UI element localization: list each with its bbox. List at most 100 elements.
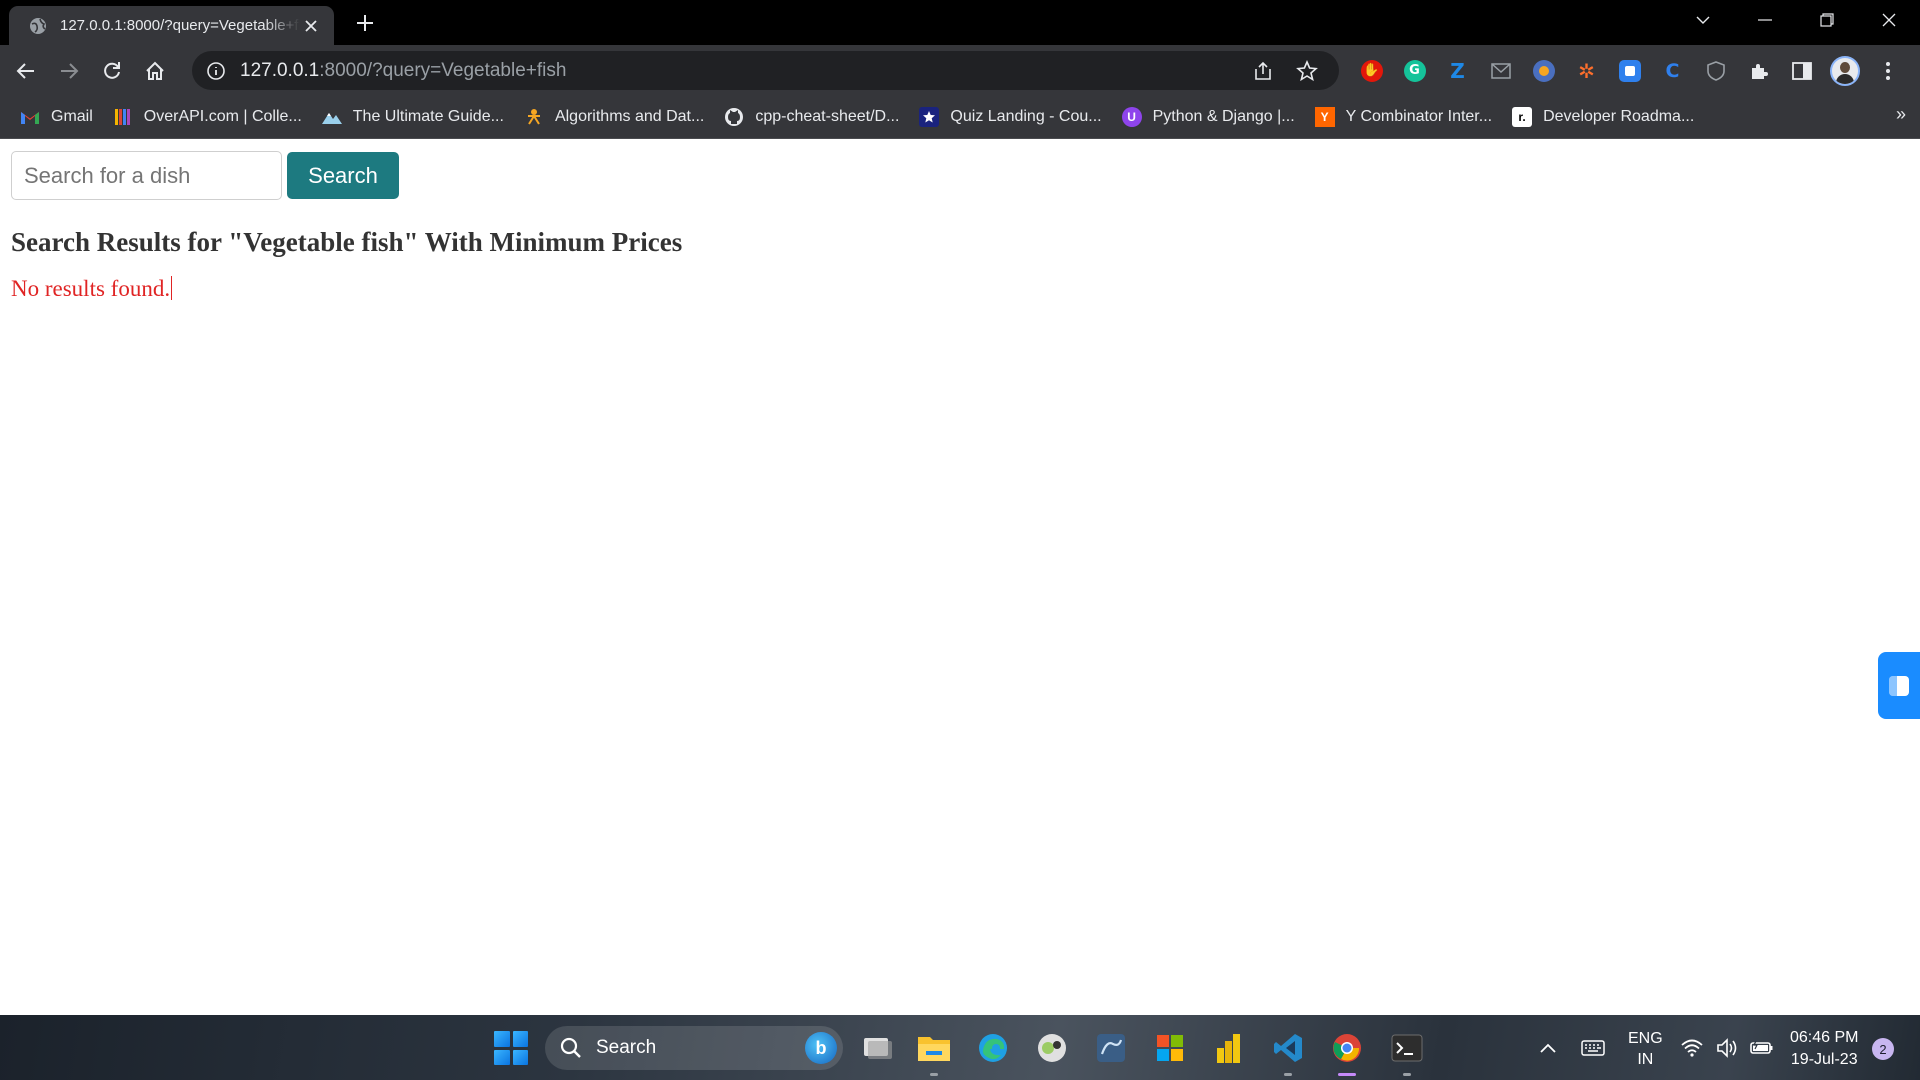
bookmark-label: Algorithms and Dat...: [554, 108, 705, 125]
bookmark-quiz-landing[interactable]: Quiz Landing - Cou...: [909, 101, 1111, 133]
tab-title: 127.0.0.1:8000/?query=Vegetable+fish: [60, 17, 300, 34]
chrome-icon[interactable]: [1326, 1027, 1368, 1076]
close-window-button[interactable]: [1858, 0, 1920, 40]
chrome-menu-kebab-icon[interactable]: [1866, 51, 1909, 90]
bookmark-algorithms[interactable]: Algorithms and Dat...: [514, 101, 714, 133]
battery-charging-icon[interactable]: [1742, 1027, 1782, 1069]
url-text[interactable]: 127.0.0.1:8000/?query=Vegetable+fish: [240, 60, 1237, 82]
game-app-icon[interactable]: [1031, 1027, 1073, 1069]
overapi-icon: [113, 107, 133, 127]
mysql-workbench-icon[interactable]: [1090, 1027, 1132, 1069]
adblock-extension-icon[interactable]: ✋: [1350, 51, 1393, 90]
edge-browser-icon[interactable]: [972, 1027, 1014, 1069]
bookmark-developer-roadmap[interactable]: r. Developer Roadma...: [1502, 101, 1704, 133]
running-indicator: [930, 1073, 938, 1076]
microsoft-store-icon[interactable]: [1149, 1027, 1191, 1069]
running-indicator: [1403, 1073, 1411, 1076]
url-host: 127.0.0.1: [240, 59, 320, 81]
widget-icon: [1889, 675, 1909, 696]
text-cursor: [171, 276, 173, 300]
bookmark-label: The Ultimate Guide...: [352, 108, 504, 125]
clock[interactable]: 06:46 PM 19-Jul-23: [1790, 1027, 1858, 1071]
extensions-area: ✋ G Z ✲ C: [1350, 51, 1909, 90]
zeta-extension-icon[interactable]: Z: [1436, 51, 1479, 90]
cuponation-extension-icon[interactable]: C: [1651, 51, 1694, 90]
task-view-icon[interactable]: [856, 1027, 898, 1069]
running-indicator: [1284, 1073, 1292, 1076]
puzzle-extensions-icon[interactable]: [1737, 51, 1780, 90]
tray-chevron-up-icon[interactable]: [1528, 1027, 1568, 1069]
notification-badge[interactable]: 2: [1872, 1038, 1894, 1060]
wifi-icon[interactable]: [1672, 1027, 1712, 1069]
language-code: ENG: [1628, 1030, 1663, 1047]
bookmark-cpp-cheat-sheet[interactable]: cpp-cheat-sheet/D...: [714, 101, 909, 133]
bookmark-label: Python & Django |...: [1152, 108, 1295, 125]
forward-arrow-icon[interactable]: [52, 54, 86, 88]
address-bar[interactable]: 127.0.0.1:8000/?query=Vegetable+fish: [192, 51, 1339, 90]
bookmark-overapi[interactable]: OverAPI.com | Colle...: [103, 101, 312, 133]
privacy-badger-extension-icon[interactable]: [1522, 51, 1565, 90]
python-django-icon: U: [1121, 107, 1142, 127]
taskbar-search-box[interactable]: Search b: [545, 1026, 843, 1070]
no-results-text: No results found.: [11, 276, 171, 301]
share-icon[interactable]: [1245, 53, 1281, 89]
roadmap-icon: r.: [1512, 107, 1533, 127]
minimize-button[interactable]: [1734, 0, 1796, 40]
url-path: :8000/?query=Vegetable+fish: [319, 59, 567, 81]
taskbar-search-label: Search: [596, 1037, 657, 1058]
vscode-icon[interactable]: [1267, 1027, 1309, 1076]
bookmark-label: Developer Roadma...: [1543, 108, 1695, 125]
tab-close-icon[interactable]: [300, 15, 322, 37]
terminal-icon[interactable]: [1386, 1027, 1428, 1076]
side-panel-icon[interactable]: [1780, 51, 1823, 90]
bing-chat-icon[interactable]: b: [805, 1032, 837, 1064]
star-icon: [919, 107, 940, 127]
bookmarks-overflow-chevron-icon[interactable]: »: [1896, 104, 1906, 125]
reload-icon[interactable]: [95, 54, 129, 88]
restore-button[interactable]: [1796, 0, 1858, 40]
bookmark-ycombinator[interactable]: Y Y Combinator Inter...: [1305, 101, 1502, 133]
back-arrow-icon[interactable]: [9, 54, 43, 88]
bookmark-label: Quiz Landing - Cou...: [950, 108, 1102, 125]
dish-search-form: Search: [11, 151, 399, 200]
volume-icon[interactable]: [1707, 1027, 1747, 1069]
floating-side-widget[interactable]: [1878, 652, 1920, 719]
profile-avatar[interactable]: [1823, 51, 1866, 90]
file-explorer-icon[interactable]: [913, 1027, 955, 1076]
shield-extension-icon[interactable]: [1694, 51, 1737, 90]
windows-start-icon[interactable]: [494, 1031, 528, 1065]
search-button[interactable]: Search: [287, 152, 399, 199]
browser-tab-active[interactable]: 127.0.0.1:8000/?query=Vegetable+fish: [9, 6, 334, 45]
bookmarks-bar: Gmail OverAPI.com | Colle... The Ultimat…: [0, 96, 1920, 139]
toggle-extension-icon[interactable]: [1608, 51, 1651, 90]
region-code: IN: [1637, 1051, 1654, 1068]
browser-toolbar: 127.0.0.1:8000/?query=Vegetable+fish ✋ G…: [0, 45, 1920, 96]
mountain-icon: [321, 107, 342, 127]
ycombinator-icon: Y: [1314, 107, 1335, 127]
bookmark-gmail[interactable]: Gmail: [10, 101, 103, 133]
page-content: Search Search Results for "Vegetable fis…: [0, 139, 1920, 1015]
home-icon[interactable]: [138, 54, 172, 88]
dish-search-input[interactable]: [11, 151, 282, 200]
windows-taskbar: Search b ENG IN 06:46 PM 19-Jul-23 2: [0, 1015, 1920, 1080]
tab-search-chevron-icon[interactable]: [1672, 0, 1734, 40]
keyboard-icon[interactable]: [1571, 1027, 1615, 1069]
active-indicator: [1338, 1073, 1356, 1076]
bookmark-label: cpp-cheat-sheet/D...: [755, 108, 900, 125]
power-bi-icon[interactable]: [1208, 1027, 1250, 1069]
clock-date: 19-Jul-23: [1790, 1051, 1858, 1068]
site-info-icon[interactable]: [206, 61, 226, 81]
bookmark-label: Gmail: [51, 108, 93, 125]
bookmark-label: Y Combinator Inter...: [1345, 108, 1493, 125]
new-tab-button[interactable]: [350, 8, 380, 38]
input-language-indicator[interactable]: ENG IN: [1628, 1028, 1663, 1070]
browser-tab-strip: 127.0.0.1:8000/?query=Vegetable+fish: [0, 0, 1920, 45]
honey-extension-icon[interactable]: ✲: [1565, 51, 1608, 90]
bookmark-label: OverAPI.com | Colle...: [143, 108, 302, 125]
bookmark-python-django[interactable]: U Python & Django |...: [1112, 101, 1305, 133]
bookmark-star-icon[interactable]: [1289, 53, 1325, 89]
mail-extension-icon[interactable]: [1479, 51, 1522, 90]
grammarly-extension-icon[interactable]: G: [1393, 51, 1436, 90]
bookmark-ultimate-guide[interactable]: The Ultimate Guide...: [312, 101, 514, 133]
globe-icon: [30, 17, 46, 34]
